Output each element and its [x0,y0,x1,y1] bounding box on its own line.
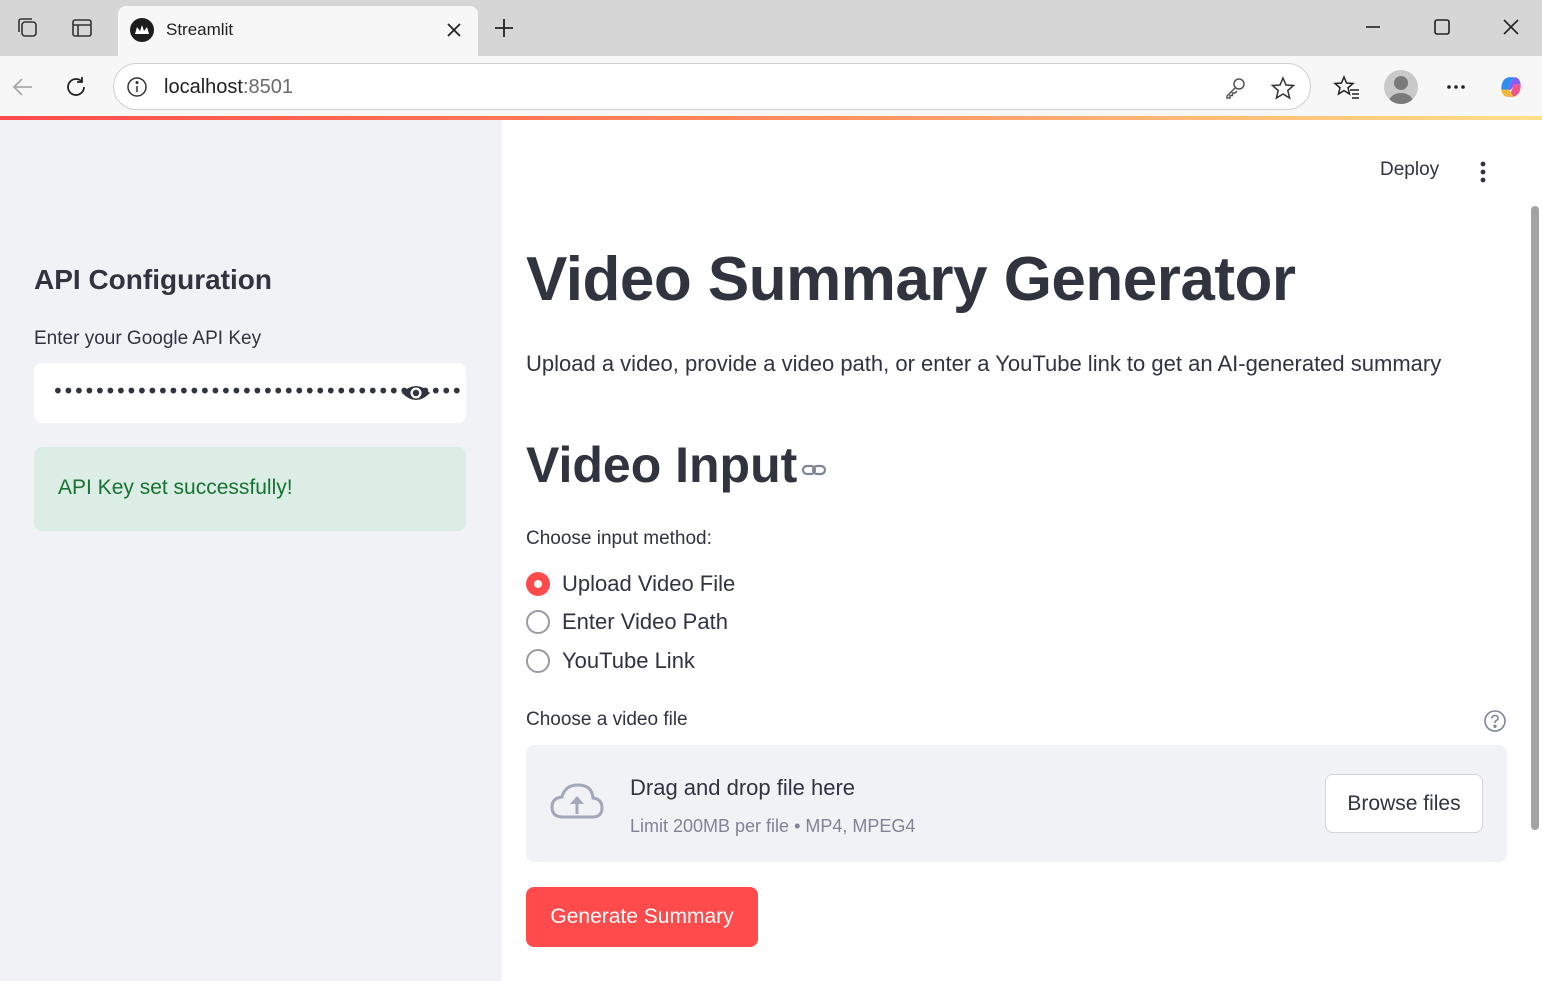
tab-actions-icon[interactable] [68,14,96,42]
browser-toolbar: localhost:8501 [0,56,1542,118]
tab-title: Streamlit [166,20,234,39]
address-bar[interactable]: localhost:8501 [113,63,1311,110]
cloud-upload-icon [548,781,606,825]
favorites-list-icon[interactable] [1332,72,1362,102]
radio-video-path[interactable]: Enter Video Path [526,608,728,636]
api-key-label: Enter your Google API Key [34,328,262,349]
minimize-icon[interactable] [1358,14,1388,40]
sidebar: API Configuration Enter your Google API … [0,120,502,981]
radio-button[interactable] [526,649,550,673]
input-method-label: Choose input method: [526,528,712,549]
radio-button-checked[interactable] [526,572,550,596]
browse-files-button[interactable]: Browse files [1325,774,1483,833]
streamlit-favicon-icon [130,18,154,42]
main-menu-kebab-icon[interactable] [1470,158,1496,186]
maximize-icon[interactable] [1427,14,1457,40]
profile-avatar[interactable] [1384,70,1418,104]
file-dropzone[interactable]: Drag and drop file here Limit 200MB per … [526,745,1507,862]
favorite-star-icon[interactable] [1270,75,1296,101]
page-title: Video Summary Generator [526,245,1296,314]
browser-tab[interactable]: Streamlit [118,6,478,56]
close-tab-icon[interactable] [444,20,464,40]
radio-upload-video[interactable]: Upload Video File [526,570,735,598]
new-tab-icon[interactable] [492,16,516,40]
browser-tab-bar: Streamlit [0,0,1542,56]
scrollbar-thumb[interactable] [1531,206,1539,830]
file-uploader-label: Choose a video file [526,709,688,730]
success-alert: API Key set successfully! [34,447,466,531]
page-subtitle: Upload a video, provide a video path, or… [526,351,1442,376]
anchor-link-icon[interactable] [800,458,828,482]
dropzone-title: Drag and drop file here [630,775,856,800]
show-password-eye-icon[interactable] [400,381,432,405]
api-key-input[interactable]: ••••••••••••••••••••••••••••••••••••••• [34,363,466,423]
generate-summary-button[interactable]: Generate Summary [526,887,758,947]
url-text: localhost:8501 [164,76,293,98]
site-info-icon[interactable] [126,76,148,98]
more-menu-icon[interactable] [1441,72,1471,102]
section-heading: Video Input [526,437,798,493]
help-question-icon[interactable] [1483,709,1507,733]
radio-button[interactable] [526,610,550,634]
success-message: API Key set successfully! [58,476,293,499]
radio-option-label: Enter Video Path [562,609,728,634]
reload-icon[interactable] [61,72,91,102]
radio-option-label: YouTube Link [562,648,695,673]
dropzone-limit-text: Limit 200MB per file • MP4, MPEG4 [630,816,916,836]
deploy-button[interactable]: Deploy [1380,159,1439,181]
radio-youtube-link[interactable]: YouTube Link [526,647,695,675]
sidebar-heading: API Configuration [34,264,272,295]
back-arrow-icon[interactable] [8,72,38,102]
close-window-icon[interactable] [1496,14,1526,40]
password-key-icon[interactable] [1222,75,1248,101]
radio-option-label: Upload Video File [562,571,736,596]
workspaces-icon[interactable] [14,14,42,42]
copilot-icon[interactable] [1496,72,1526,102]
